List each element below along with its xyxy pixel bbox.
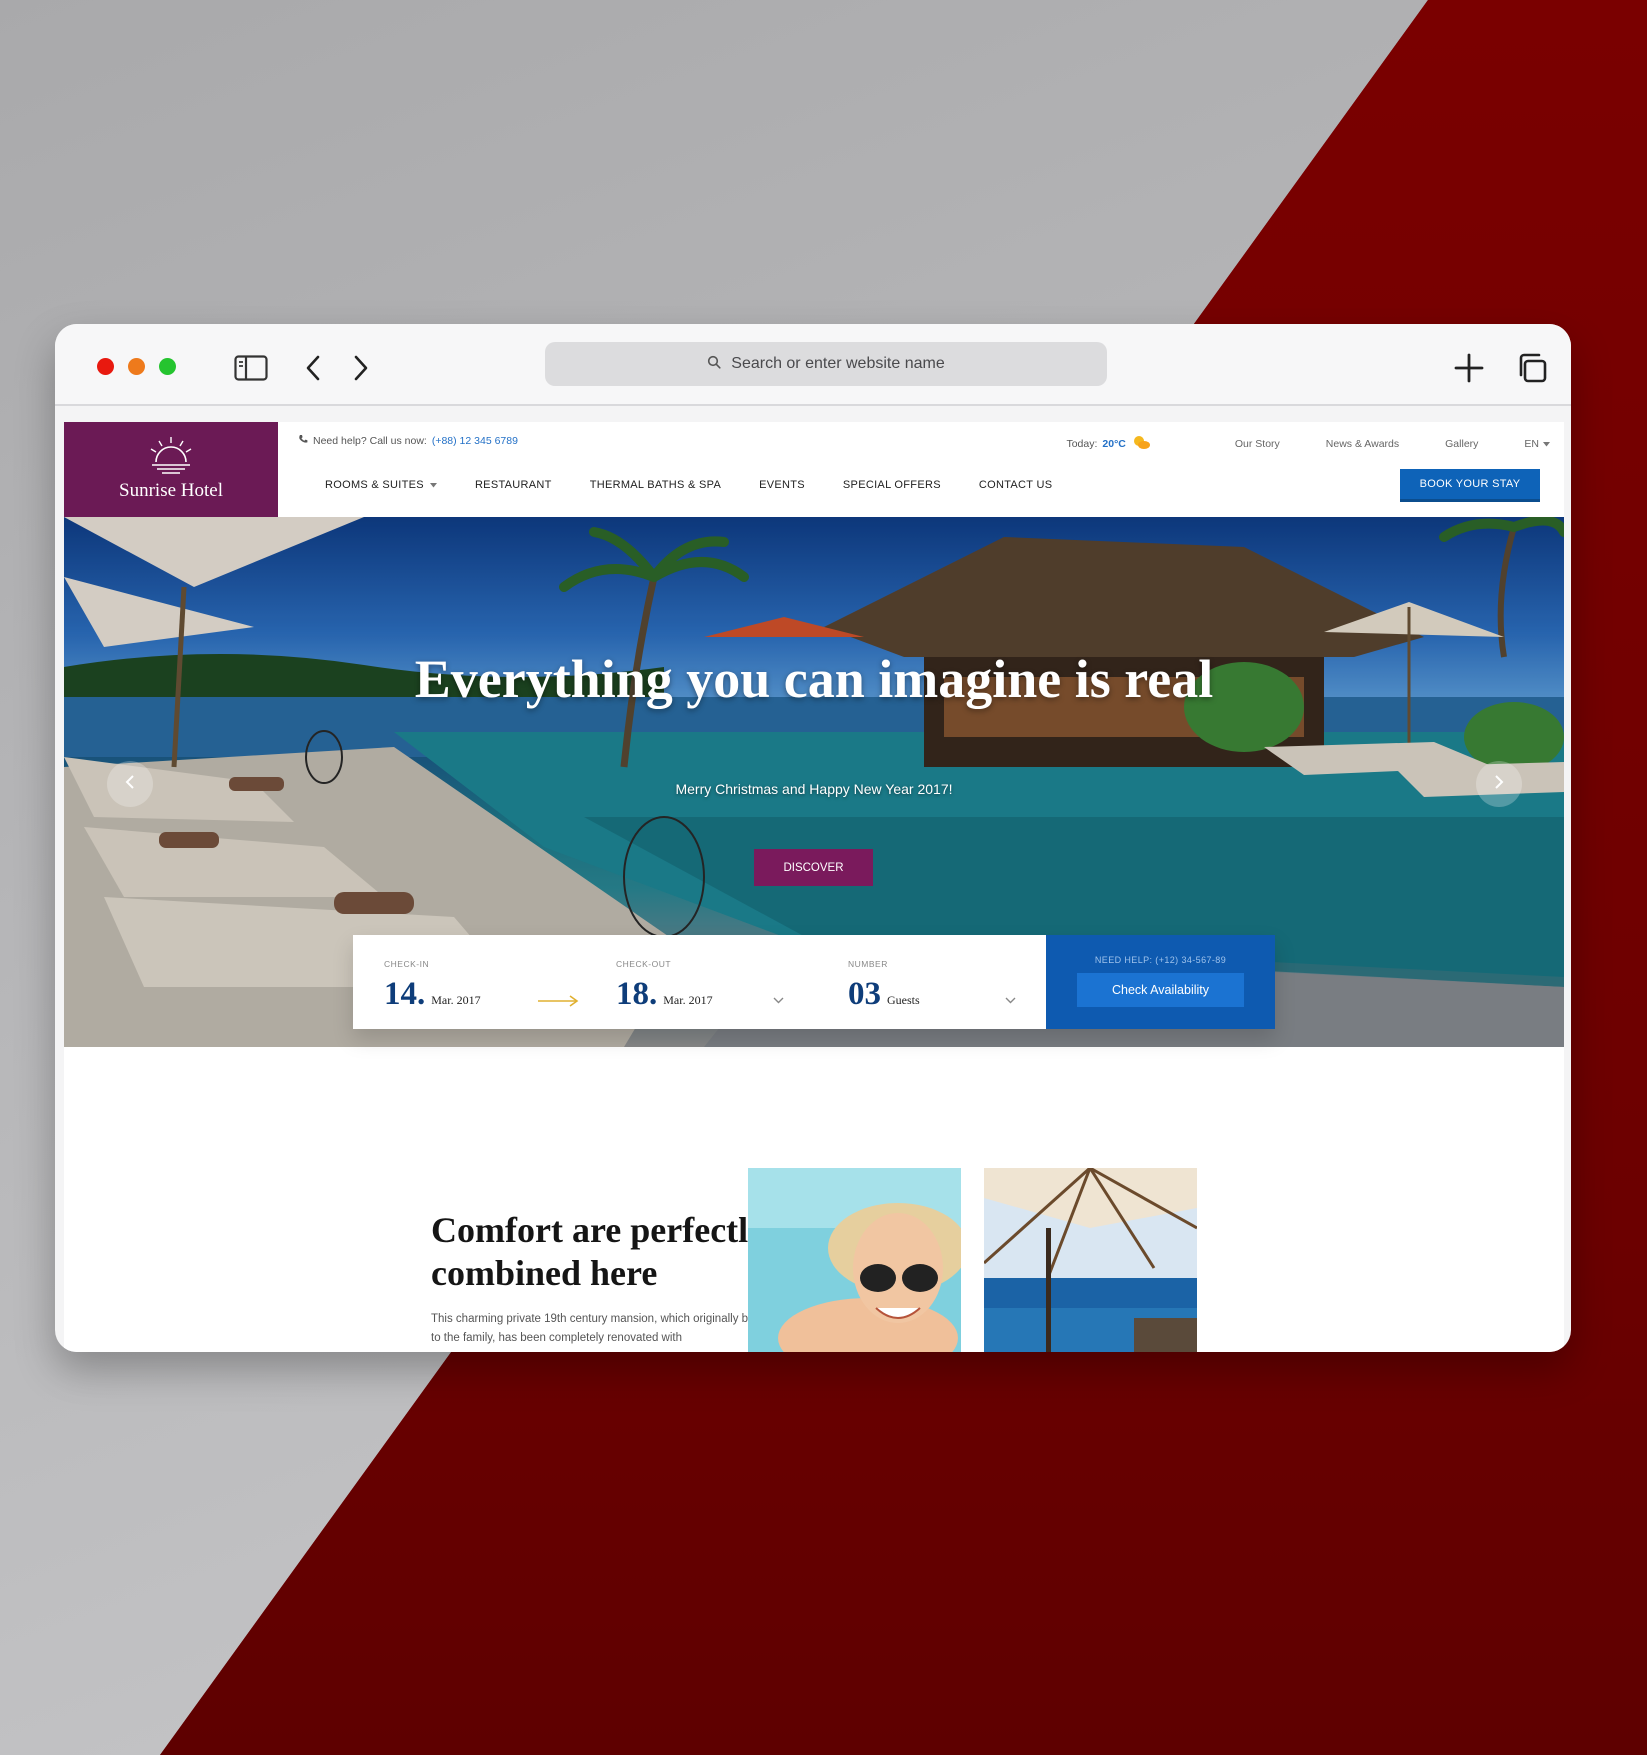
checkout-day: 18. — [616, 976, 658, 1012]
language-value: EN — [1524, 437, 1539, 450]
guests-field[interactable]: NUMBER 03 Guests — [848, 935, 1018, 1029]
browser-toolbar: Search or enter website name — [55, 324, 1571, 406]
link-news-awards[interactable]: News & Awards — [1326, 438, 1399, 450]
close-window-button[interactable] — [97, 358, 114, 375]
top-right-links: Today: 20°C Our Story News & Awards Gall… — [1066, 434, 1550, 453]
checkin-month: Mar. 2017 — [431, 993, 481, 1007]
caret-down-icon — [429, 482, 437, 488]
guests-count: 03 — [848, 976, 881, 1012]
checkin-day: 14. — [384, 976, 426, 1012]
booking-help-panel: NEED HELP: (+12) 34-567-89 Check Availab… — [1046, 935, 1275, 1029]
nav-label: ROOMS & SUITES — [325, 479, 424, 491]
logo-name: Sunrise Hotel — [119, 480, 223, 501]
nav-contact-us[interactable]: CONTACT US — [979, 479, 1053, 491]
chevron-down-icon[interactable] — [1005, 991, 1016, 1009]
chevron-left-icon — [125, 774, 135, 795]
caret-down-icon — [1543, 438, 1550, 450]
slider-prev-button[interactable] — [107, 761, 153, 807]
top-bar: Need help? Call us now: (+88) 12 345 678… — [298, 430, 1558, 454]
help-line: Need help? Call us now: (+88) 12 345 678… — [298, 434, 518, 447]
slider-next-button[interactable] — [1476, 761, 1522, 807]
number-label: NUMBER — [848, 959, 888, 969]
comfort-body: This charming private 19th century mansi… — [431, 1313, 789, 1344]
search-icon — [707, 355, 721, 374]
address-placeholder: Search or enter website name — [731, 355, 945, 372]
sidebar-toggle-icon[interactable] — [231, 348, 271, 388]
checkin-label: CHECK-IN — [384, 959, 430, 969]
help-text: Need help? Call us now: — [313, 434, 427, 447]
hero-title: Everything you can imagine is real — [414, 649, 1214, 709]
guests-unit: Guests — [887, 993, 920, 1007]
weather-widget: Today: 20°C — [1066, 434, 1150, 453]
beach-umbrella-photo — [984, 1168, 1197, 1352]
nav-special-offers[interactable]: SPECIAL OFFERS — [843, 479, 941, 491]
arrow-right-icon — [538, 994, 580, 1012]
discover-button[interactable]: DISCOVER — [754, 849, 873, 886]
main-nav: ROOMS & SUITES RESTAURANT THERMAL BATHS … — [325, 479, 1052, 491]
book-your-stay-button[interactable]: BOOK YOUR STAY — [1400, 469, 1540, 502]
phone-link[interactable]: (+88) 12 345 6789 — [432, 435, 518, 447]
forward-icon[interactable] — [341, 348, 381, 388]
checkout-label: CHECK-OUT — [616, 959, 672, 969]
back-icon[interactable] — [293, 348, 333, 388]
temperature: 20°C — [1102, 437, 1126, 450]
check-availability-button[interactable]: Check Availability — [1077, 973, 1244, 1007]
link-gallery[interactable]: Gallery — [1445, 438, 1478, 450]
phone-icon — [298, 434, 308, 447]
sun-cloud-icon — [1131, 434, 1151, 453]
nav-thermal-baths-spa[interactable]: THERMAL BATHS & SPA — [590, 479, 721, 491]
language-select[interactable]: EN — [1524, 438, 1550, 450]
chevron-down-icon[interactable] — [773, 991, 784, 1009]
checkout-field[interactable]: CHECK-OUT 18. Mar. 2017 — [616, 935, 806, 1029]
new-tab-icon[interactable] — [1449, 348, 1489, 388]
checkin-field[interactable]: CHECK-IN 14. Mar. 2017 — [384, 935, 574, 1029]
website: Sunrise Hotel Need help? Call us now: (+… — [64, 422, 1564, 1352]
maximize-window-button[interactable] — [159, 358, 176, 375]
booking-help-text: NEED HELP: (+12) 34-567-89 — [1094, 955, 1227, 965]
nav-events[interactable]: EVENTS — [759, 479, 805, 491]
site-logo[interactable]: Sunrise Hotel — [64, 422, 278, 517]
weather-label: Today: — [1066, 437, 1098, 450]
checkout-month: Mar. 2017 — [663, 993, 713, 1007]
hero-subtitle: Merry Christmas and Happy New Year 2017! — [675, 781, 953, 797]
sunrise-icon — [150, 437, 192, 474]
woman-hat-photo — [748, 1168, 961, 1352]
tab-overview-icon[interactable] — [1512, 348, 1552, 388]
link-our-story[interactable]: Our Story — [1235, 438, 1280, 450]
nav-restaurant[interactable]: RESTAURANT — [475, 479, 552, 491]
booking-form: CHECK-IN 14. Mar. 2017 CHECK-OUT 18. Mar… — [353, 935, 1275, 1029]
chevron-right-icon — [1494, 774, 1504, 795]
minimize-window-button[interactable] — [128, 358, 145, 375]
nav-rooms-suites[interactable]: ROOMS & SUITES — [325, 479, 437, 491]
browser-window: Search or enter website name Sunrise Hot… — [55, 324, 1571, 1352]
address-bar[interactable]: Search or enter website name — [545, 342, 1107, 386]
